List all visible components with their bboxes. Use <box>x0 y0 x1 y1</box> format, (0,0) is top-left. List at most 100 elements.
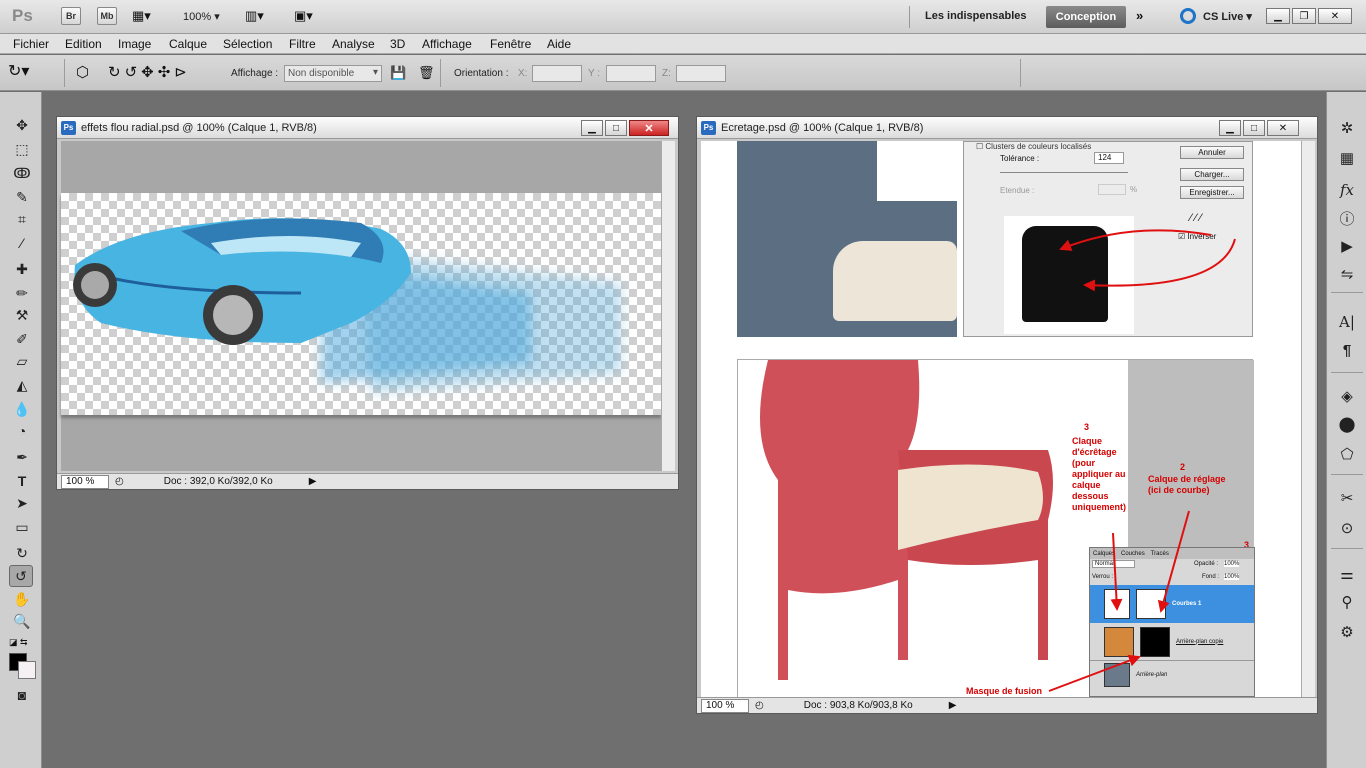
marquee-tool-icon[interactable]: ⬚ <box>10 138 34 160</box>
history-brush-tool-icon[interactable]: ✐ <box>10 328 34 350</box>
tools-panel: ✥ ⬚ ↂ ✎ ⌗ ⁄ ✚ ✏ ⚒ ✐ ▱ ◭ 💧 ◔ ✒ T ➤ ▭ ↻ ↺ … <box>0 92 42 768</box>
menu-calque[interactable]: Calque <box>169 37 207 51</box>
status-menu-icon[interactable]: ◴ <box>755 700 764 711</box>
adjustments-icon[interactable]: ⚌ <box>1333 562 1361 586</box>
screen-mode-icon[interactable]: ▣▾ <box>294 8 313 24</box>
history-icon[interactable]: ⇋ <box>1333 262 1361 286</box>
type-tool-icon[interactable]: T <box>10 470 34 492</box>
lasso-tool-icon[interactable]: ↂ <box>10 162 34 184</box>
character-icon[interactable]: A| <box>1333 310 1361 334</box>
delete-view-icon[interactable]: 🗑 <box>418 65 435 81</box>
masks-icon[interactable]: ⊙ <box>1333 516 1361 540</box>
vertical-scrollbar[interactable] <box>1301 141 1315 697</box>
brush-presets-icon[interactable]: ⚲ <box>1333 590 1361 614</box>
divider <box>440 59 441 87</box>
path-selection-tool-icon[interactable]: ➤ <box>10 492 34 514</box>
doc-maximize-button[interactable]: □ <box>605 120 627 136</box>
3d-object-rotate-tool-icon[interactable]: ↻ <box>10 542 34 564</box>
more-workspaces-icon[interactable]: » <box>1136 8 1143 23</box>
paragraph-icon[interactable]: ¶ <box>1333 338 1361 362</box>
doc-minimize-button[interactable]: ▁ <box>1219 120 1241 136</box>
app-close-button[interactable]: ✕ <box>1318 8 1352 24</box>
rectangle-tool-icon[interactable]: ▭ <box>10 516 34 538</box>
3d-camera-rotate-tool-icon[interactable]: ↺ <box>9 565 33 587</box>
menu-bar: Fichier Edition Image Calque Sélection F… <box>0 34 1366 54</box>
doc-close-button[interactable]: ✕ <box>1267 120 1299 136</box>
x-field[interactable] <box>532 65 582 82</box>
hand-tool-icon[interactable]: ✋ <box>10 588 34 610</box>
document-window-radial-blur: Ps effets flou radial.psd @ 100% (Calque… <box>56 116 679 490</box>
3d-rotate-tools-icon[interactable]: ↻↺✥✣⊳ <box>108 63 191 81</box>
tool-preset-icon[interactable]: ↻▾ <box>8 61 29 81</box>
doc-maximize-button[interactable]: □ <box>1243 120 1265 136</box>
eraser-tool-icon[interactable]: ▱ <box>10 350 34 372</box>
dodge-tool-icon[interactable]: ◔ <box>10 420 34 442</box>
info-icon[interactable]: ⓘ <box>1333 206 1361 230</box>
brush-tool-icon[interactable]: ✏ <box>10 282 34 304</box>
workspace-design-button[interactable]: Conception <box>1046 6 1126 28</box>
layers-icon[interactable]: ◈ <box>1333 384 1361 408</box>
menu-analyse[interactable]: Analyse <box>332 37 375 51</box>
menu-image[interactable]: Image <box>118 37 151 51</box>
paths-icon[interactable]: ⬠ <box>1333 442 1361 466</box>
vertical-scrollbar[interactable] <box>661 141 675 471</box>
quick-selection-tool-icon[interactable]: ✎ <box>10 186 34 208</box>
divider <box>909 6 910 28</box>
background-color-swatch[interactable] <box>18 661 36 679</box>
z-field[interactable] <box>676 65 726 82</box>
zoom-level-select[interactable]: 100% ▾ <box>183 10 220 23</box>
status-arrow-icon[interactable]: ▶ <box>949 700 957 711</box>
paint-bucket-tool-icon[interactable]: ◭ <box>10 374 34 396</box>
app-restore-button[interactable]: ❐ <box>1292 8 1316 24</box>
blur-tool-icon[interactable]: 💧 <box>10 398 34 420</box>
doc-close-button[interactable]: ✕ <box>629 120 669 136</box>
clone-stamp-tool-icon[interactable]: ⚒ <box>10 304 34 326</box>
canvas-area[interactable] <box>61 141 661 471</box>
save-view-icon[interactable]: 💾 <box>390 65 406 81</box>
quick-mask-icon[interactable]: ◙ <box>10 684 34 706</box>
document-title-bar[interactable]: Ps Ecretage.psd @ 100% (Calque 1, RVB/8)… <box>697 117 1317 139</box>
annotation-arrows <box>1048 229 1236 692</box>
document-title-bar[interactable]: Ps effets flou radial.psd @ 100% (Calque… <box>57 117 678 139</box>
status-arrow-icon[interactable]: ▶ <box>309 476 317 487</box>
menu-fichier[interactable]: Fichier <box>13 37 49 51</box>
tools-3d-icon[interactable]: ✂ <box>1333 486 1361 510</box>
doc-minimize-button[interactable]: ▁ <box>581 120 603 136</box>
move-tool-icon[interactable]: ✥ <box>10 114 34 136</box>
swatches-icon[interactable]: ▦ <box>1333 146 1361 170</box>
channels-icon[interactable]: ⬤ <box>1333 412 1361 436</box>
view-extras-icon[interactable]: ▦▾ <box>132 8 151 24</box>
menu-selection[interactable]: Sélection <box>223 37 272 51</box>
affichage-select[interactable]: Non disponible ▾ <box>284 65 382 82</box>
healing-brush-tool-icon[interactable]: ✚ <box>10 258 34 280</box>
canvas-area[interactable]: ☐ Clusters de couleurs localisés Toléran… <box>701 141 1301 697</box>
crop-tool-icon[interactable]: ⌗ <box>10 208 34 230</box>
zoom-tool-icon[interactable]: 🔍 <box>10 610 34 632</box>
clone-source-icon[interactable]: ⚙ <box>1333 620 1361 644</box>
menu-affichage[interactable]: Affichage <box>422 37 472 51</box>
bridge-button[interactable]: Br <box>61 7 81 25</box>
zoom-field[interactable]: 100 % <box>701 698 749 713</box>
arrange-documents-icon[interactable]: ▥▾ <box>245 8 264 24</box>
menu-edition[interactable]: Edition <box>65 37 102 51</box>
actions-icon[interactable]: ▶ <box>1333 234 1361 258</box>
affichage-value: Non disponible <box>288 68 355 79</box>
workspace-essentials[interactable]: Les indispensables <box>925 10 1026 22</box>
default-colors-icon[interactable]: ◪ ⇆ <box>9 637 28 648</box>
menu-fenetre[interactable]: Fenêtre <box>490 37 531 51</box>
cs-live-menu[interactable]: CS Live ▾ <box>1203 10 1252 23</box>
pen-tool-icon[interactable]: ✒ <box>10 446 34 468</box>
menu-filtre[interactable]: Filtre <box>289 37 316 51</box>
mini-bridge-button[interactable]: Mb <box>97 7 117 25</box>
styles-icon[interactable]: fx <box>1333 178 1361 202</box>
3d-object-icon[interactable]: ⬡ <box>76 63 89 81</box>
y-field[interactable] <box>606 65 656 82</box>
eyedropper-tool-icon[interactable]: ⁄ <box>10 232 34 254</box>
menu-aide[interactable]: Aide <box>547 37 571 51</box>
cs-live-icon <box>1180 8 1196 24</box>
app-minimize-button[interactable]: ▁ <box>1266 8 1290 24</box>
navigator-icon[interactable]: ✲ <box>1333 116 1361 140</box>
status-menu-icon[interactable]: ◴ <box>115 476 124 487</box>
menu-3d[interactable]: 3D <box>390 37 405 51</box>
zoom-field[interactable]: 100 % <box>61 474 109 489</box>
